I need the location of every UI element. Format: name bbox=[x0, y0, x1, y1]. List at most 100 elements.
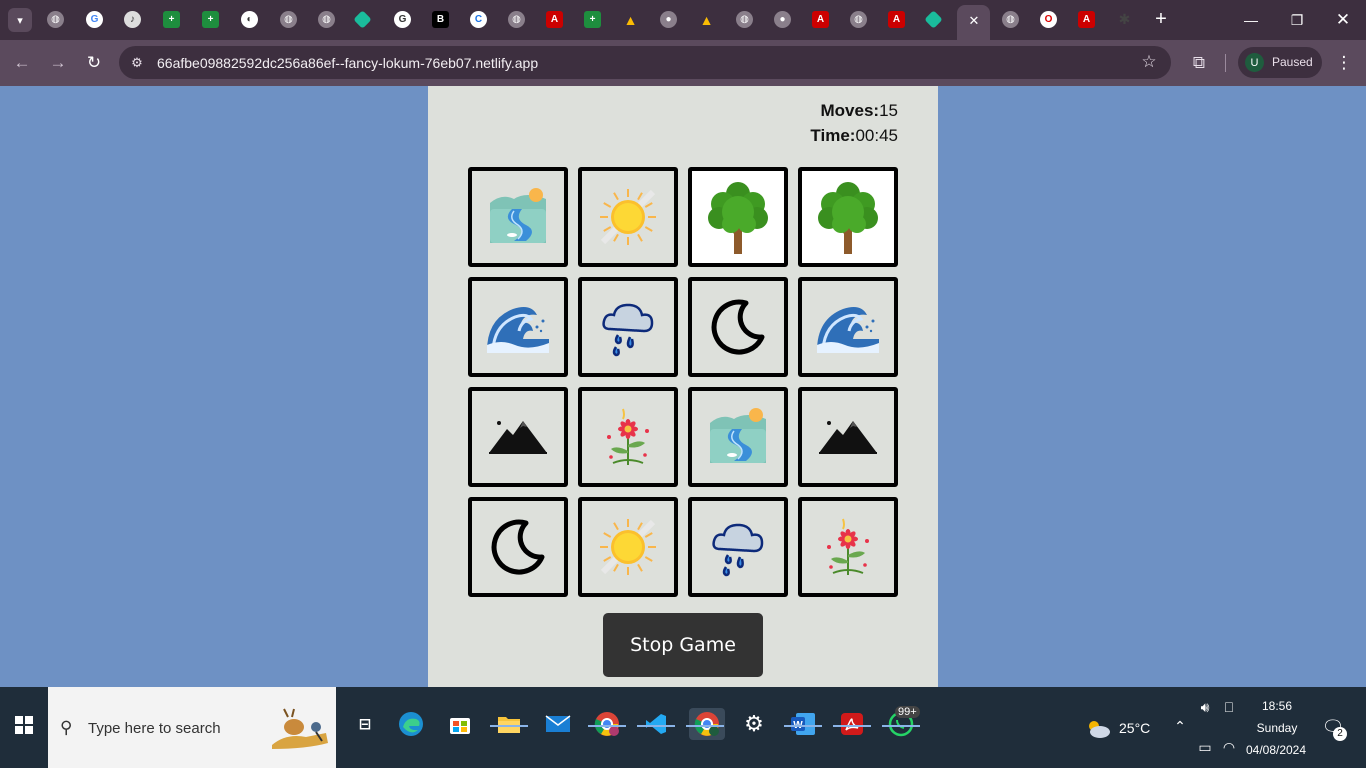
store-icon[interactable] bbox=[444, 708, 476, 740]
profile-button[interactable]: U Paused bbox=[1238, 47, 1322, 78]
word-icon[interactable]: W bbox=[787, 708, 819, 740]
chrome-active-icon[interactable] bbox=[689, 708, 725, 740]
stop-game-button[interactable]: Stop Game bbox=[603, 613, 763, 677]
crescent-moon-icon bbox=[488, 517, 548, 577]
tab-globe-icon[interactable]: ◍ bbox=[318, 11, 335, 28]
memory-card[interactable] bbox=[468, 497, 568, 597]
forward-icon[interactable]: → bbox=[46, 51, 70, 75]
weather-cloud-icon[interactable] bbox=[1084, 719, 1112, 739]
site-info-icon[interactable]: ⚙ bbox=[128, 54, 146, 72]
tab-globe-icon[interactable]: ◍ bbox=[508, 11, 525, 28]
acrobat-icon[interactable] bbox=[836, 708, 868, 740]
tab-github-icon[interactable]: ● bbox=[660, 11, 677, 28]
active-tab[interactable]: ✕ bbox=[957, 5, 990, 40]
memory-card[interactable] bbox=[578, 167, 678, 267]
tab-globe-icon[interactable]: ◍ bbox=[280, 11, 297, 28]
memory-card[interactable] bbox=[688, 497, 788, 597]
search-placeholder[interactable]: Type here to search bbox=[88, 720, 221, 737]
battery-icon[interactable]: ▭ bbox=[1196, 738, 1214, 756]
edge-icon[interactable] bbox=[395, 708, 427, 740]
tree-icon bbox=[813, 178, 883, 256]
memory-card[interactable] bbox=[688, 167, 788, 267]
address-bar[interactable]: ⚙ 66afbe09882592dc256a86ef--fancy-lokum-… bbox=[119, 46, 1171, 79]
meet-now-icon[interactable]: ⎕ bbox=[1221, 698, 1237, 716]
mountains-icon bbox=[487, 417, 549, 457]
avatar: U bbox=[1245, 53, 1264, 72]
memory-card[interactable] bbox=[798, 167, 898, 267]
moves-label: Moves: bbox=[820, 101, 880, 120]
tab-github-icon[interactable]: ● bbox=[774, 11, 791, 28]
vscode-icon[interactable] bbox=[640, 708, 672, 740]
memory-card[interactable] bbox=[688, 387, 788, 487]
wave-icon bbox=[815, 299, 881, 355]
tab-github-icon[interactable]: ◐ bbox=[241, 11, 258, 28]
close-tab-icon[interactable]: ✕ bbox=[966, 13, 982, 29]
tab-drive-icon[interactable]: ▲ bbox=[622, 11, 639, 28]
tab-pdf-icon[interactable]: A bbox=[812, 11, 829, 28]
chrome-icon[interactable] bbox=[591, 708, 623, 740]
tab-pdf-icon[interactable]: A bbox=[546, 11, 563, 28]
memory-card[interactable] bbox=[798, 497, 898, 597]
mail-icon[interactable] bbox=[542, 708, 574, 740]
tab-sheets-icon[interactable]: + bbox=[202, 11, 219, 28]
search-icon: ⚲ bbox=[60, 718, 73, 737]
new-tab-button[interactable]: + bbox=[1151, 9, 1171, 29]
bookmark-star-icon[interactable]: ☆ bbox=[1139, 52, 1159, 72]
back-icon[interactable]: ← bbox=[10, 51, 34, 75]
tab-globe-icon[interactable]: ◍ bbox=[736, 11, 753, 28]
memory-card[interactable] bbox=[688, 277, 788, 377]
memory-card[interactable] bbox=[798, 387, 898, 487]
wifi-icon[interactable]: ◠ bbox=[1221, 738, 1237, 756]
weather-temperature[interactable]: 25°C bbox=[1119, 720, 1150, 736]
tab-netlify-icon[interactable] bbox=[924, 10, 943, 29]
extensions-icon[interactable]: ⧉ bbox=[1188, 52, 1210, 74]
tab-opera-icon[interactable]: O bbox=[1040, 11, 1057, 28]
tab-search-icon[interactable]: ▾ bbox=[8, 8, 32, 32]
tab-music-icon[interactable]: ♪ bbox=[124, 11, 141, 28]
tab-pdf-icon[interactable]: A bbox=[1078, 11, 1095, 28]
tab-globe-icon[interactable]: ◍ bbox=[850, 11, 867, 28]
url-text[interactable]: 66afbe09882592dc256a86ef--fancy-lokum-76… bbox=[157, 55, 538, 71]
memory-card[interactable] bbox=[468, 387, 568, 487]
tab-google-icon[interactable]: G bbox=[394, 11, 411, 28]
memory-card[interactable] bbox=[578, 497, 678, 597]
windows-start-icon[interactable] bbox=[8, 709, 40, 741]
mountains-icon bbox=[817, 417, 879, 457]
chevron-up-icon[interactable]: ⌃ bbox=[1172, 718, 1188, 734]
close-window-icon[interactable]: ✕ bbox=[1331, 8, 1355, 32]
tab-sheets-icon[interactable]: + bbox=[584, 11, 601, 28]
minimize-icon[interactable]: — bbox=[1239, 8, 1263, 32]
memory-card[interactable] bbox=[578, 277, 678, 377]
clock-time[interactable]: 18:56 bbox=[1250, 699, 1304, 713]
memory-card[interactable] bbox=[798, 277, 898, 377]
reload-icon[interactable]: ↻ bbox=[82, 51, 106, 75]
settings-gear-icon[interactable]: ⚙ bbox=[738, 708, 770, 740]
rain-cloud-icon bbox=[600, 297, 656, 357]
volume-icon[interactable]: 🔊︎ bbox=[1196, 698, 1214, 716]
card-grid bbox=[468, 167, 898, 597]
active-indicator bbox=[784, 725, 822, 727]
tab-pdf-icon[interactable]: A bbox=[888, 11, 905, 28]
tab-c-icon[interactable]: C bbox=[470, 11, 487, 28]
tab-google-icon[interactable]: G bbox=[86, 11, 103, 28]
tab-globe-icon[interactable]: ◍ bbox=[1002, 11, 1019, 28]
active-indicator bbox=[490, 725, 528, 727]
tab-drive-icon[interactable]: ▲ bbox=[698, 11, 715, 28]
more-menu-icon[interactable]: ⋮ bbox=[1334, 51, 1354, 75]
memory-card[interactable] bbox=[468, 277, 568, 377]
page-viewport: Moves:15 Time:00:45 Stop Game bbox=[0, 86, 1366, 687]
restore-icon[interactable]: ❐ bbox=[1285, 8, 1309, 32]
tab-butterfly-icon[interactable]: ✱ bbox=[1116, 11, 1133, 28]
river-landscape-icon bbox=[486, 185, 550, 249]
task-view-icon[interactable]: ⊟ bbox=[349, 708, 381, 740]
tab-sheets-icon[interactable]: + bbox=[163, 11, 180, 28]
tab-bold-icon[interactable]: B bbox=[432, 11, 449, 28]
clock-date[interactable]: 04/08/2024 bbox=[1244, 743, 1308, 757]
taskbar-search[interactable]: ⚲ Type here to search bbox=[48, 687, 336, 768]
memory-card[interactable] bbox=[468, 167, 568, 267]
clock-day[interactable]: Sunday bbox=[1250, 721, 1304, 735]
tab-netlify-icon[interactable] bbox=[353, 10, 372, 29]
memory-card[interactable] bbox=[578, 387, 678, 487]
file-explorer-icon[interactable] bbox=[493, 708, 525, 740]
tab-globe-icon[interactable]: ◍ bbox=[47, 11, 64, 28]
